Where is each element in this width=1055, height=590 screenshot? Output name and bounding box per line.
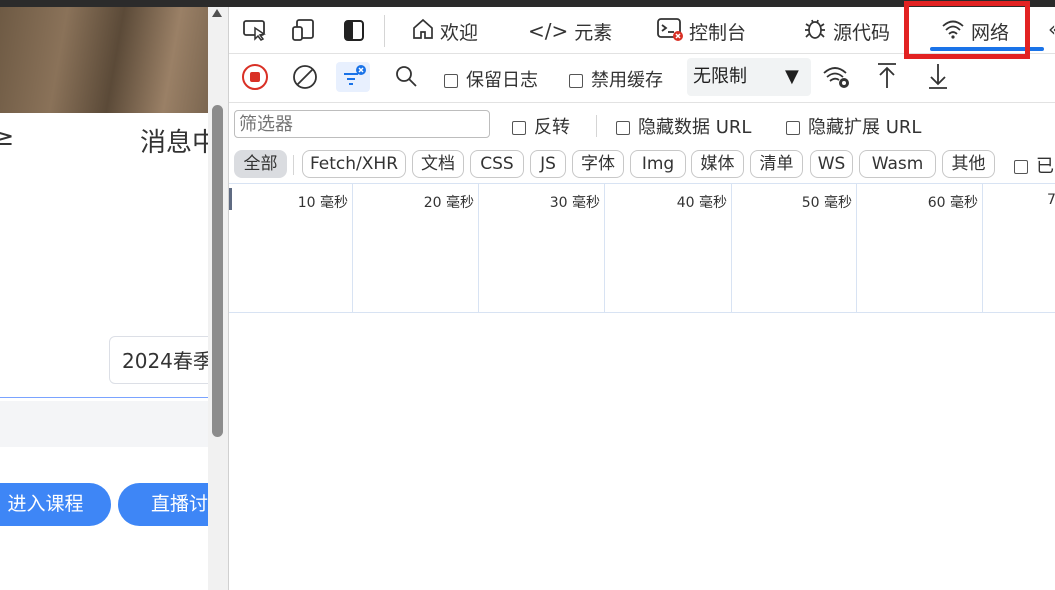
record-icon[interactable] [241, 63, 269, 97]
tab-sources-label: 源代码 [833, 21, 891, 44]
type-filter-font[interactable]: 字体 [572, 150, 624, 178]
timeline-tick-label: 20 毫秒 [423, 195, 474, 211]
tab-welcome[interactable]: 欢迎 [412, 16, 478, 46]
import-har-icon[interactable] [876, 62, 898, 96]
web-page: ≥ 消息中 2024春季 进入课程 直播讨 [0, 7, 208, 590]
timeline-column: 60 毫秒 [857, 184, 983, 312]
invert-checkbox[interactable]: 反转 [512, 113, 570, 139]
disable-cache-label: 禁用缓存 [591, 70, 663, 91]
timeline-column: 50 毫秒 [732, 184, 857, 312]
tab-separator [384, 15, 385, 47]
blocked-requests-box[interactable] [1014, 160, 1028, 174]
timeline-column: 20 毫秒 [353, 184, 479, 312]
tab-sources[interactable]: 源代码 [803, 16, 890, 46]
throttling-select[interactable]: 无限制 ▼ [687, 58, 811, 96]
term-select[interactable]: 2024春季 [109, 336, 208, 384]
timeline-column: 40 毫秒 [605, 184, 732, 312]
tab-elements-label: 元素 [574, 21, 613, 44]
type-filter-js[interactable]: JS [530, 150, 566, 178]
hide-data-urls-box[interactable] [616, 121, 630, 135]
nav-item-messages[interactable]: 消息中 [140, 122, 208, 159]
filter-toggle-icon[interactable] [336, 62, 370, 98]
resource-type-filters: 全部 Fetch/XHR 文档 CSS JS 字体 Img 媒体 清单 WS W… [229, 147, 1055, 183]
dock-side-icon[interactable] [343, 19, 367, 48]
more-tabs-icon[interactable]: « [1048, 17, 1055, 41]
filter-row: 反转 隐藏数据 URL 隐藏扩展 URL [229, 103, 1055, 147]
search-icon[interactable] [394, 64, 418, 94]
timeline-column: 7 [983, 184, 1055, 312]
tab-console-label: 控制台 [689, 21, 747, 44]
device-emulation-icon[interactable] [291, 19, 317, 46]
window-top-strip [0, 0, 1055, 7]
type-filter-img[interactable]: Img [630, 150, 686, 178]
timeline-tick-label: 50 毫秒 [801, 195, 852, 211]
tab-console[interactable]: 控制台 [657, 16, 746, 46]
timeline-column: 10 毫秒 [229, 184, 353, 312]
network-timeline-overview[interactable]: 10 毫秒 20 毫秒 30 毫秒 40 毫秒 50 毫秒 60 毫秒 7 [229, 183, 1055, 313]
dropdown-arrow-icon: ▼ [785, 66, 799, 87]
scroll-up-arrow-icon[interactable] [212, 9, 222, 17]
hide-data-urls-checkbox[interactable]: 隐藏数据 URL [616, 113, 751, 139]
banner-image [0, 7, 208, 113]
invert-box[interactable] [512, 121, 526, 135]
invert-label: 反转 [534, 117, 570, 138]
type-filter-other[interactable]: 其他 [942, 150, 995, 178]
tab-elements[interactable]: </> 元素 [528, 16, 612, 46]
type-filter-ws[interactable]: WS [810, 150, 853, 178]
enter-course-button[interactable]: 进入课程 [0, 483, 111, 526]
timeline-tick-label: 60 毫秒 [927, 195, 978, 211]
network-conditions-icon[interactable] [822, 64, 852, 96]
network-toolbar: 保留日志 禁用缓存 无限制 ▼ [229, 54, 1055, 103]
hide-data-urls-label: 隐藏数据 URL [638, 117, 752, 138]
disable-cache-checkbox[interactable]: 禁用缓存 [569, 66, 663, 92]
devtools-tab-bar: 欢迎 </> 元素 控制台 源代码 网络 « [229, 1, 1055, 59]
console-icon [657, 17, 683, 46]
type-filter-manifest[interactable]: 清单 [750, 150, 803, 178]
timeline-tick-label: 7 [1047, 192, 1055, 208]
disable-cache-box[interactable] [569, 74, 583, 88]
type-filter-css[interactable]: CSS [470, 150, 524, 178]
bug-icon [803, 17, 827, 46]
inspect-element-icon[interactable] [243, 19, 269, 46]
preserve-log-checkbox[interactable]: 保留日志 [444, 66, 538, 92]
clear-icon[interactable] [292, 64, 318, 96]
blocked-requests-label: 已 [1036, 156, 1054, 177]
throttling-value: 无限制 [693, 66, 747, 87]
type-filter-media[interactable]: 媒体 [691, 150, 744, 178]
type-filter-wasm[interactable]: Wasm [859, 150, 936, 178]
network-tab-highlight [904, 1, 1030, 59]
filter-input[interactable] [234, 110, 490, 138]
type-filter-fetch-xhr[interactable]: Fetch/XHR [302, 150, 406, 178]
type-filter-doc[interactable]: 文档 [412, 150, 464, 178]
type-separator [293, 155, 294, 175]
timeline-tick-label: 30 毫秒 [549, 195, 600, 211]
tab-welcome-label: 欢迎 [440, 21, 479, 44]
card-divider [0, 397, 208, 398]
blocked-requests-checkbox[interactable]: 已 [1014, 152, 1054, 178]
code-icon: </> [528, 19, 569, 43]
nav-item-partial[interactable]: ≥ [0, 123, 14, 151]
hide-extension-urls-box[interactable] [786, 121, 800, 135]
scrollbar-thumb[interactable] [212, 105, 223, 437]
timeline-tick-label: 10 毫秒 [297, 195, 348, 211]
timeline-column: 30 毫秒 [479, 184, 605, 312]
devtools-panel: 欢迎 </> 元素 控制台 源代码 网络 « [228, 1, 1055, 590]
hide-extension-urls-label: 隐藏扩展 URL [808, 117, 922, 138]
filter-separator [596, 115, 597, 137]
preserve-log-label: 保留日志 [466, 70, 538, 91]
timeline-tick-label: 40 毫秒 [676, 195, 727, 211]
export-har-icon[interactable] [927, 62, 949, 96]
preserve-log-box[interactable] [444, 74, 458, 88]
type-filter-all[interactable]: 全部 [234, 150, 287, 178]
hide-extension-urls-checkbox[interactable]: 隐藏扩展 URL [786, 113, 921, 139]
home-icon [412, 18, 434, 45]
live-discussion-button[interactable]: 直播讨 [118, 483, 208, 526]
